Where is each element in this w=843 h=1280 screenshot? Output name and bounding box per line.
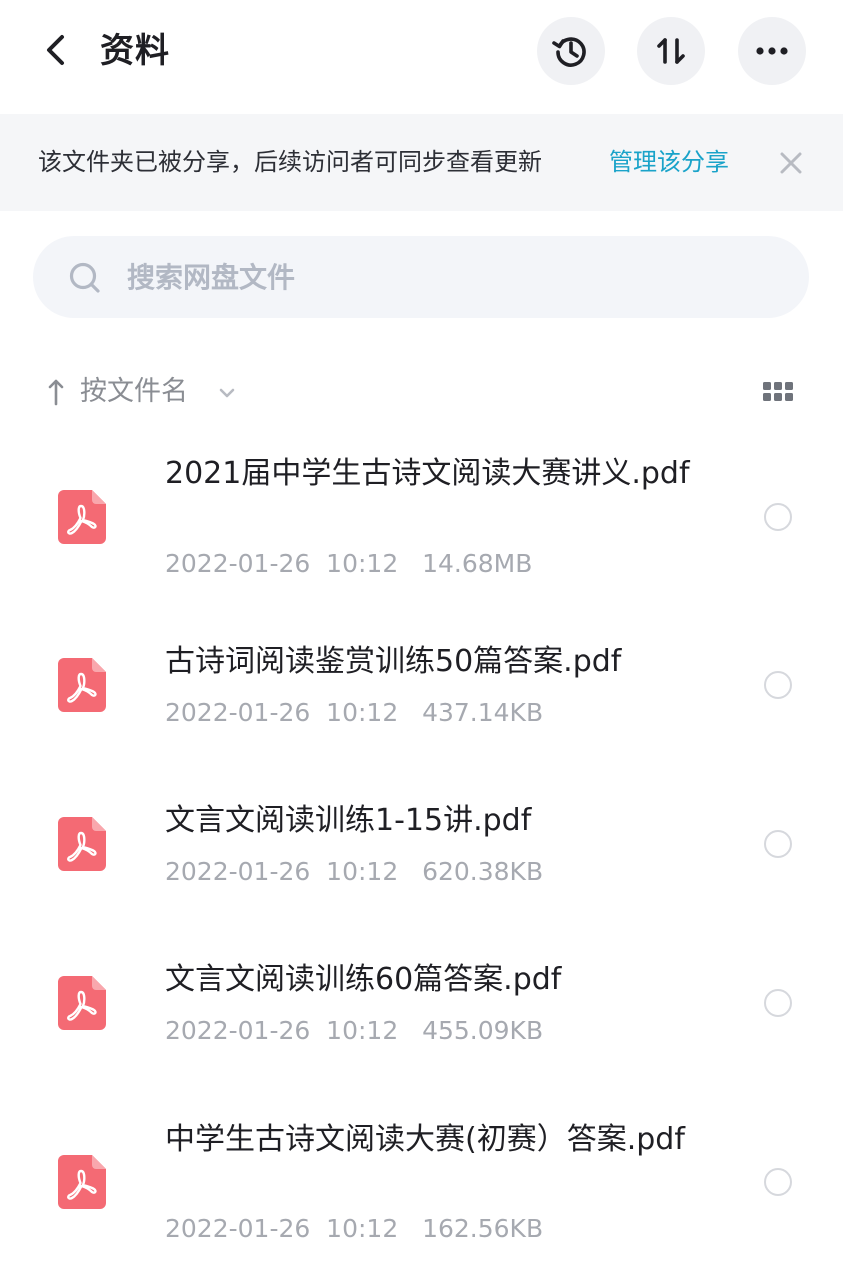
chevron-down-icon[interactable] <box>216 382 238 404</box>
file-meta: 2022-01-26 10:12 455.09KB <box>165 1016 544 1045</box>
file-meta: 2022-01-26 10:12 437.14KB <box>165 698 544 727</box>
file-name: 文言文阅读训练60篇答案.pdf <box>165 962 562 997</box>
search-bar[interactable] <box>33 236 809 318</box>
manage-share-link[interactable]: 管理该分享 <box>609 114 729 211</box>
file-meta: 2022-01-26 10:12 620.38KB <box>165 857 544 886</box>
arrow-up-icon <box>48 379 64 406</box>
file-meta: 2022-01-26 10:12 162.56KB <box>165 1214 544 1243</box>
history-icon <box>552 37 586 67</box>
more-horizontal-icon <box>756 47 788 55</box>
close-icon <box>780 152 802 174</box>
select-checkbox[interactable] <box>764 989 792 1017</box>
file-name: 古诗词阅读鉴赏训练50篇答案.pdf <box>165 644 622 679</box>
back-button[interactable] <box>28 22 84 78</box>
list-item[interactable]: 文言文阅读训练1-15讲.pdf 2022-01-26 10:12 620.38… <box>0 779 843 919</box>
file-meta: 2022-01-26 10:12 14.68MB <box>165 549 533 578</box>
file-name: 文言文阅读训练1-15讲.pdf <box>165 803 532 838</box>
more-button[interactable] <box>738 17 806 85</box>
list-item[interactable]: 古诗词阅读鉴赏训练50篇答案.pdf 2022-01-26 10:12 437.… <box>0 620 843 760</box>
search-icon <box>69 262 100 293</box>
select-checkbox[interactable] <box>764 671 792 699</box>
list-item[interactable]: 2021届中学生古诗文阅读大赛讲义.pdf 2022-01-26 10:12 1… <box>0 430 843 598</box>
grid-view-icon[interactable] <box>760 380 796 404</box>
list-item[interactable]: 中学生古诗文阅读大赛(初赛）答案.pdf 2022-01-26 10:12 16… <box>0 1098 843 1268</box>
share-banner: 该文件夹已被分享，后续访问者可同步查看更新 管理该分享 <box>0 114 843 211</box>
list-item[interactable]: 文言文阅读训练60篇答案.pdf 2022-01-26 10:12 455.09… <box>0 938 843 1078</box>
search-input[interactable] <box>125 236 765 318</box>
pdf-file-icon <box>58 490 106 544</box>
top-bar: 资料 <box>0 0 843 104</box>
page-title: 资料 <box>100 31 170 71</box>
sort-by-name-dropdown[interactable]: 按文件名 <box>80 370 188 414</box>
select-checkbox[interactable] <box>764 503 792 531</box>
pdf-file-icon <box>58 817 106 871</box>
sort-bar: 按文件名 <box>0 360 843 424</box>
pdf-file-icon <box>58 658 106 712</box>
select-checkbox[interactable] <box>764 830 792 858</box>
pdf-file-icon <box>58 1155 106 1209</box>
pdf-file-icon <box>58 976 106 1030</box>
select-checkbox[interactable] <box>764 1168 792 1196</box>
sort-arrows-icon <box>657 38 685 64</box>
share-notice-text: 该文件夹已被分享，后续访问者可同步查看更新 <box>38 148 542 176</box>
file-name: 2021届中学生古诗文阅读大赛讲义.pdf <box>165 456 690 491</box>
history-button[interactable] <box>537 17 605 85</box>
sort-button[interactable] <box>637 17 705 85</box>
file-name: 中学生古诗文阅读大赛(初赛）答案.pdf <box>165 1122 685 1157</box>
close-banner-button[interactable] <box>770 142 812 184</box>
chevron-left-icon <box>47 35 64 65</box>
